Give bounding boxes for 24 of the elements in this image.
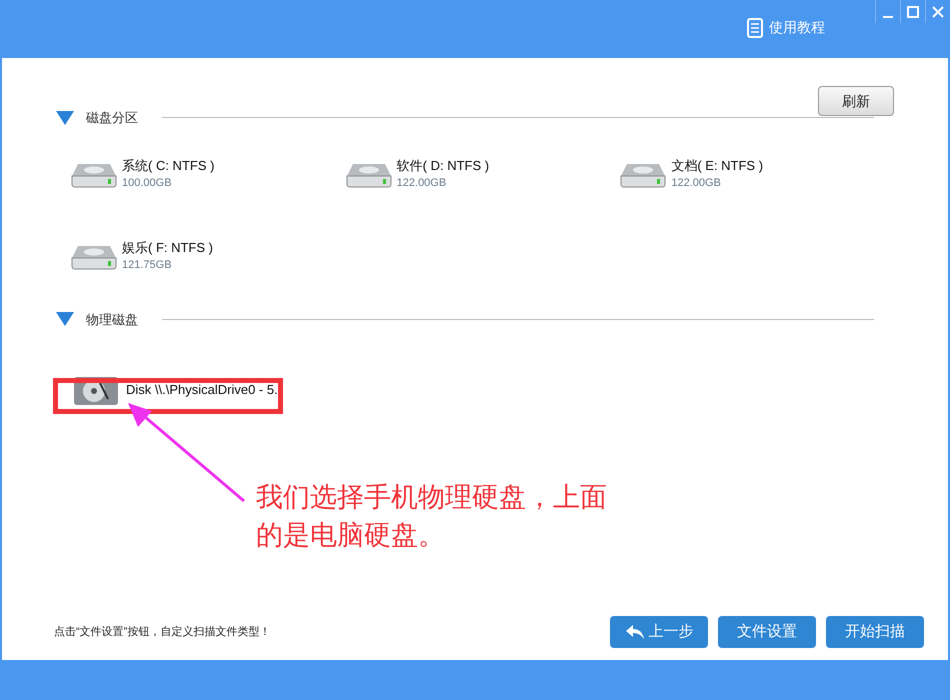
hint-text: 点击“文件设置”按钮，自定义扫描文件类型！ bbox=[54, 624, 270, 640]
back-button[interactable]: 上一步 bbox=[610, 616, 708, 648]
drive-size: 122.00GB bbox=[671, 176, 722, 191]
drive-size: 121.75GB bbox=[122, 258, 173, 273]
drive-name[interactable]: 系统( C: NTFS ) bbox=[122, 156, 214, 175]
collapse-triangle-icon[interactable] bbox=[56, 312, 74, 326]
refresh-button[interactable]: 刷新 bbox=[818, 86, 894, 116]
collapse-triangle-icon[interactable] bbox=[56, 110, 74, 125]
maximize-icon bbox=[905, 4, 921, 20]
section-title: 磁盘分区 bbox=[86, 109, 138, 127]
drive-name[interactable]: 娱乐( F: NTFS ) bbox=[122, 238, 213, 257]
back-arrow-icon bbox=[624, 624, 644, 640]
drive-name[interactable]: 文档( E: NTFS ) bbox=[671, 156, 764, 175]
action-button[interactable]: 文件设置 bbox=[718, 616, 816, 648]
section-title: 物理磁盘 bbox=[86, 310, 138, 328]
annotation-text: 我们选择手机物理硬盘，上面的是电脑硬盘。 bbox=[256, 481, 608, 552]
minimize-icon bbox=[883, 16, 893, 18]
drive-size: 100.00GB bbox=[122, 176, 173, 191]
drive-size: 122.00GB bbox=[396, 176, 448, 191]
drive-name[interactable]: 软件( D: NTFS ) bbox=[396, 156, 490, 175]
action-button[interactable]: 开始扫描 bbox=[826, 616, 924, 648]
document-icon bbox=[747, 18, 765, 38]
drive-name[interactable]: Disk \\.\PhysicalDrive0 - 5. bbox=[126, 380, 278, 400]
close-icon bbox=[930, 4, 946, 20]
